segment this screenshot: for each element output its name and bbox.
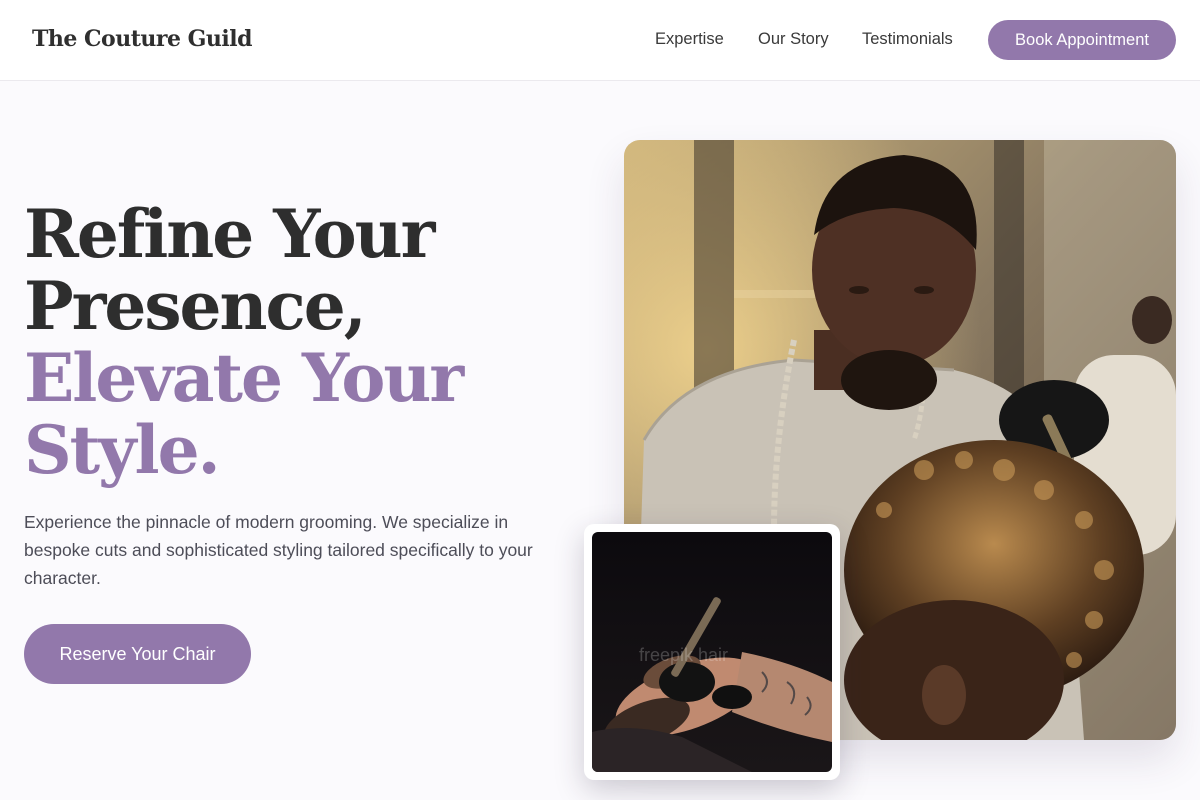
hero-headline: Refine Your Presence, Elevate Your Style… [24,198,584,486]
brand-logo-text[interactable]: The Couture Guild [32,26,253,52]
shave-photo-card: freepik hair [584,524,840,780]
nav-link-our-story[interactable]: Our Story [758,30,829,49]
navbar: The Couture Guild Expertise Our Story Te… [0,0,1200,81]
book-appointment-button[interactable]: Book Appointment [988,20,1176,60]
headline-line-1: Refine Your [24,195,435,273]
nav-link-expertise[interactable]: Expertise [655,30,724,49]
nav-link-testimonials[interactable]: Testimonials [862,30,953,49]
reserve-chair-button[interactable]: Reserve Your Chair [24,624,251,684]
headline-accent-line-1: Elevate Your [24,339,464,417]
photo-watermark: freepik hair [639,645,729,665]
headline-line-2: Presence, [24,267,367,345]
hero-description: Experience the pinnacle of modern groomi… [24,512,533,588]
straight-razor-shave-photo: freepik hair [592,532,832,772]
headline-accent-line-2: Style. [24,411,221,489]
